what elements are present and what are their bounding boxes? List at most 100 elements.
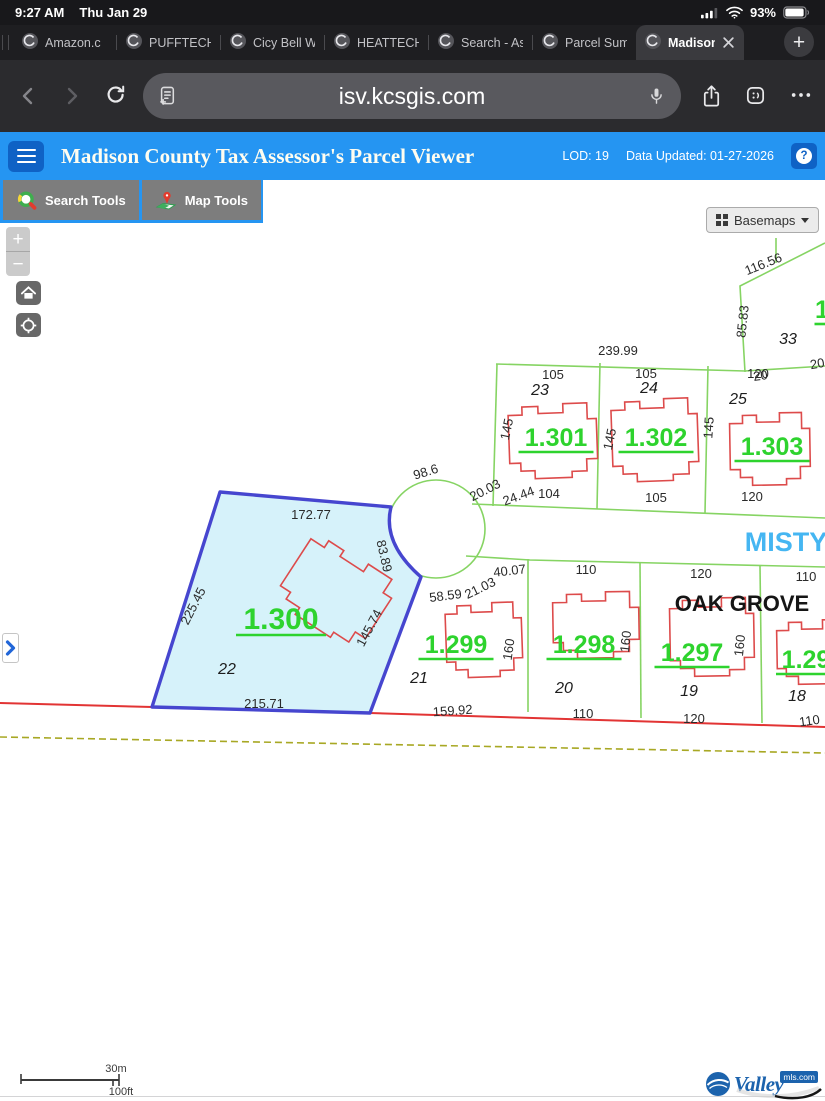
tab-favicon — [22, 33, 38, 52]
locate-button[interactable] — [16, 313, 41, 337]
parcel-number[interactable]: 1 — [815, 296, 825, 324]
help-icon: ? — [796, 148, 812, 164]
search-tools-icon — [16, 190, 37, 211]
more-menu-icon[interactable] — [790, 90, 812, 100]
dimension-label: 58.59 — [428, 586, 462, 605]
help-button[interactable]: ? — [791, 143, 817, 169]
parcel-number[interactable]: 1.298 — [553, 631, 616, 659]
tab-label: Parcel Sum — [565, 36, 627, 50]
dimension-label: 20 — [752, 367, 768, 384]
back-icon[interactable] — [16, 84, 40, 108]
scale-bar: 30m 100ft — [20, 1058, 190, 1098]
parcel-number[interactable]: 1.303 — [741, 433, 804, 461]
dimension-label: 120 — [741, 489, 763, 504]
dimension-label: 160 — [617, 630, 634, 653]
tab[interactable]: Parcel Sum — [533, 25, 636, 60]
map-tools-button[interactable]: Map Tools — [142, 180, 261, 220]
tab-favicon — [230, 33, 246, 52]
chevron-down-icon — [801, 218, 809, 223]
dimension-label: 110 — [573, 706, 594, 721]
share-icon[interactable] — [700, 84, 723, 109]
tab-favicon — [334, 33, 350, 52]
dimension-label: 110 — [576, 562, 597, 577]
microphone-icon[interactable] — [647, 85, 666, 107]
dimension-label: 104 — [538, 486, 560, 501]
home-icon — [21, 286, 36, 300]
dimension-label: 160 — [731, 634, 748, 657]
data-updated: Data Updated: 01-27-2026 — [626, 149, 774, 163]
clipped-tab-edge — [0, 25, 13, 60]
dimension-label: 145 — [600, 427, 619, 451]
valleymls-globe-icon — [705, 1071, 731, 1097]
tab[interactable]: Amazon.c — [13, 25, 116, 60]
dimension-label: 105 — [645, 490, 667, 505]
tab[interactable]: Madison — [636, 25, 744, 60]
home-extent-button[interactable] — [16, 281, 41, 305]
parcel-number[interactable]: 1.297 — [661, 639, 724, 667]
watermark-swoosh — [733, 1084, 823, 1100]
sidebar-expand-button[interactable] — [2, 633, 19, 663]
tab-favicon — [542, 33, 558, 52]
wifi-icon — [726, 6, 743, 19]
tab[interactable]: Cicy Bell Wo — [221, 25, 324, 60]
lot-number: 23 — [530, 382, 549, 399]
map-tools-label: Map Tools — [185, 193, 248, 208]
dimension-label: 215.71 — [244, 696, 284, 711]
parcel-boundary-line — [640, 562, 641, 718]
parcel-number[interactable]: 1.300 — [243, 603, 318, 636]
reload-icon[interactable] — [104, 84, 128, 108]
dimension-label: 145 — [700, 416, 716, 439]
zoom-out-button[interactable]: − — [6, 251, 30, 276]
dimension-label: 20.03 — [467, 476, 503, 504]
page-title: Madison County Tax Assessor's Parcel Vie… — [61, 144, 474, 169]
dimension-label: 85.83 — [733, 305, 751, 339]
dimension-label: 159.92 — [432, 702, 473, 720]
parcel-number[interactable]: 1.299 — [425, 631, 488, 659]
battery-percent: 93% — [750, 5, 776, 20]
dimension-label: 110 — [796, 569, 817, 584]
tab[interactable]: Search - As — [429, 25, 532, 60]
tab-label: HEATTECH — [357, 36, 419, 50]
parcel-number[interactable]: 1.302 — [625, 424, 688, 452]
browser-toolbar: isv.kcsgis.com — [0, 60, 825, 132]
tab-favicon — [438, 33, 454, 52]
lot-number: 18 — [788, 688, 806, 705]
tab[interactable]: PUFFTECH ( — [117, 25, 220, 60]
dimension-label: 120 — [683, 711, 705, 726]
map-viewport[interactable]: 116.5685.83239.9910510512014514514598.62… — [0, 180, 825, 1101]
lot-number: 22 — [217, 661, 236, 678]
valleymls-logo: Valley mls.com — [705, 1070, 821, 1098]
basemaps-label: Basemaps — [734, 213, 795, 228]
page-settings-icon[interactable] — [158, 85, 176, 107]
lot-number: 24 — [639, 380, 658, 397]
tab-switcher-icon[interactable] — [744, 84, 767, 107]
menu-button[interactable] — [8, 141, 44, 172]
url-text: isv.kcsgis.com — [339, 83, 486, 110]
map-tools-icon — [155, 190, 177, 210]
dimension-label: 105 — [542, 367, 564, 382]
forward-icon[interactable] — [60, 84, 84, 108]
parcel-boundary-line — [705, 366, 708, 513]
parcel-number[interactable]: 1.301 — [525, 424, 588, 452]
search-tools-button[interactable]: Search Tools — [3, 180, 139, 220]
tab-favicon — [126, 33, 142, 52]
dimension-label: 120 — [690, 566, 712, 581]
address-bar[interactable]: isv.kcsgis.com — [143, 73, 681, 119]
tab[interactable]: HEATTECH — [325, 25, 428, 60]
tab-close-icon[interactable] — [722, 36, 735, 49]
status-bar: 9:27 AM Thu Jan 29 93% — [0, 0, 825, 25]
cellular-signal-icon — [701, 7, 719, 19]
scale-imperial-label: 100ft — [109, 1086, 133, 1098]
parcel-boundary-line — [760, 566, 762, 723]
zoom-in-button[interactable]: + — [6, 227, 30, 251]
new-tab-button[interactable]: + — [784, 27, 814, 57]
parcel-map[interactable]: 116.5685.83239.9910510512014514514598.62… — [0, 180, 825, 1101]
parcel-number[interactable]: 1.29 — [782, 646, 825, 674]
chevron-right-icon — [5, 640, 16, 656]
utility-dashed-line — [0, 737, 825, 753]
dimension-label: 172.77 — [291, 507, 331, 522]
lot-number: 21 — [409, 670, 428, 687]
basemaps-button[interactable]: Basemaps — [706, 207, 819, 233]
dimension-label: 21.03 — [462, 574, 498, 602]
search-tools-label: Search Tools — [45, 193, 126, 208]
